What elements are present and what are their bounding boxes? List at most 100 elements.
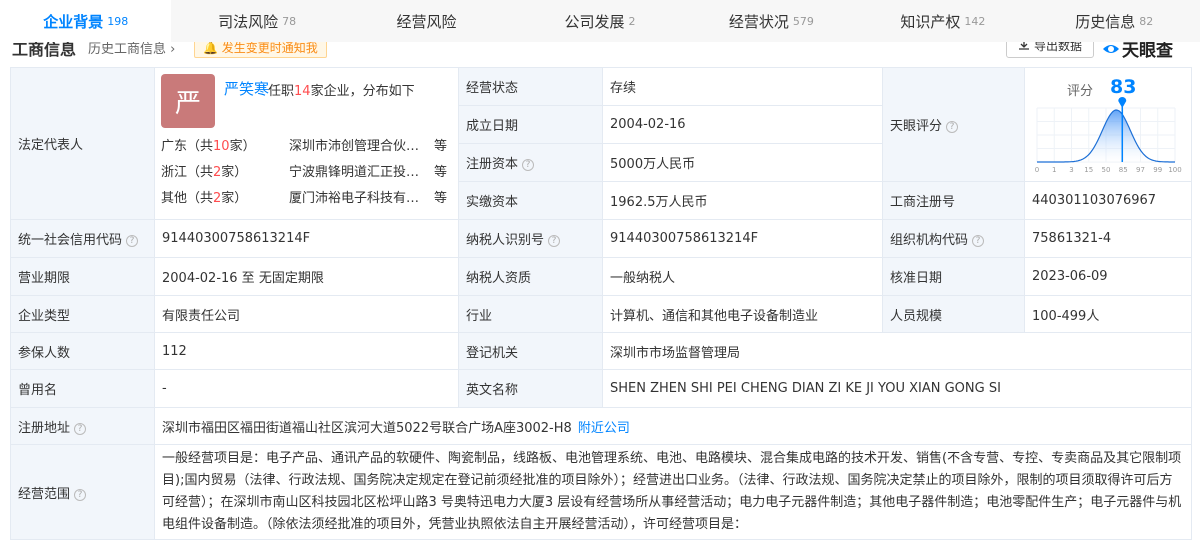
tab-history-info[interactable]: 历史信息 82 (1029, 0, 1200, 42)
company-link[interactable]: 宁波鼎锋明道汇正投资合伙企业 (289, 160, 427, 186)
tick-label: 15 (1084, 166, 1093, 174)
avatar[interactable]: 严 (161, 74, 215, 128)
insured-value: 112 (154, 332, 459, 370)
tab-count: 142 (964, 14, 986, 28)
download-icon (1018, 42, 1029, 50)
more-label[interactable]: 等 (427, 134, 447, 160)
addr-value: 深圳市福田区福田街道福山社区滨河大道5022号联合广场A座3002-H8 (162, 420, 572, 436)
taxq-label: 纳税人资质 (458, 257, 603, 296)
insured-label: 参保人数 (10, 332, 155, 370)
help-icon[interactable]: ? (74, 488, 87, 501)
jobs-summary: 任职14家企业，分布如下 (268, 80, 415, 99)
help-icon[interactable]: ? (972, 235, 985, 247)
authority-label: 登记机关 (458, 332, 603, 370)
tab-label: 企业背景 (43, 12, 104, 31)
region-prefix: 广东（共 (161, 139, 214, 154)
org-label: 组织机构代码 (890, 233, 969, 248)
bell-icon: 🔔 (203, 42, 218, 55)
status-value: 存续 (602, 67, 883, 106)
addr-label-cell: 注册地址? (10, 407, 155, 445)
score-cell: 评分 83 0 1 3 15 50 85 97 99 100 (1024, 67, 1192, 182)
taxid-value: 91440300758613214F (602, 219, 883, 258)
region-prefix: 其他（共 (161, 191, 214, 206)
notify-label: 发生变更时通知我 (221, 42, 318, 55)
tab-company-development[interactable]: 公司发展 2 (514, 0, 685, 42)
region-list: 广东（共10家） 深圳市沛创管理合伙企业（有限合伙） 等 浙江（共2家） 宁波鼎… (161, 134, 453, 212)
section-title: 工商信息 (12, 42, 77, 59)
tab-label: 经营状况 (728, 12, 789, 31)
region-count: 10 (213, 139, 230, 154)
org-label-cell: 组织机构代码? (882, 219, 1025, 258)
more-label[interactable]: 等 (427, 160, 447, 186)
term-value: 2004-02-16 至 无固定期限 (154, 257, 459, 296)
approve-label: 核准日期 (882, 257, 1025, 296)
score-label: 天眼评分 (890, 119, 943, 134)
tab-company-background[interactable]: 企业背景 198 (0, 0, 172, 42)
jobs-suffix: 家企业，分布如下 (310, 84, 415, 99)
credit-label: 统一社会信用代码 (18, 233, 123, 248)
score-distribution-chart: 0 1 3 15 50 85 97 99 100 (1035, 97, 1182, 174)
history-link[interactable]: 历史工商信息 › (88, 42, 175, 57)
addr-cell: 深圳市福田区福田街道福山社区滨河大道5022号联合广场A座3002-H8 附近公司 (154, 407, 1192, 445)
score-marker-pin (1118, 97, 1127, 108)
list-item: 浙江（共2家） 宁波鼎锋明道汇正投资合伙企业 等 (161, 160, 453, 186)
score-label-cell: 天眼评分? (882, 67, 1025, 182)
org-value: 75861321-4 (1024, 219, 1192, 258)
credit-value: 91440300758613214F (154, 219, 459, 258)
tick-label: 3 (1069, 166, 1073, 174)
tab-bar: 企业背景 198 司法风险 78 经营风险 公司发展 2 经营状况 579 知识产权 14… (0, 0, 1200, 42)
tab-label: 经营风险 (396, 12, 457, 31)
scope-label: 经营范围 (18, 486, 71, 502)
help-icon[interactable]: ? (548, 235, 561, 247)
found-value: 2004-02-16 (602, 105, 883, 144)
tab-count: 198 (107, 14, 129, 28)
type-value: 有限责任公司 (154, 295, 459, 333)
paid-value: 1962.5万人民币 (602, 181, 883, 220)
help-icon[interactable]: ? (74, 422, 87, 435)
tab-operation-risk[interactable]: 经营风险 (343, 0, 514, 42)
section-header: 工商信息 历史工商信息 › 🔔 发生变更时通知我 导出数据 天眼查 (0, 42, 1200, 64)
company-link[interactable]: 厦门沛裕电子科技有限公司 (289, 186, 427, 212)
brand-name: 天眼查 (1122, 42, 1173, 61)
nearby-companies-link[interactable]: 附近公司 (578, 421, 630, 436)
tick-label: 99 (1153, 166, 1162, 174)
en-label: 英文名称 (458, 369, 603, 408)
tick-label: 100 (1168, 166, 1181, 174)
help-icon[interactable]: ? (522, 159, 535, 171)
status-label: 经营状态 (458, 67, 603, 106)
help-icon[interactable]: ? (126, 235, 139, 247)
region-label: 浙江（共2家） (161, 160, 289, 186)
region-unit: 家） (221, 165, 248, 180)
staff-value: 100-499人 (1024, 295, 1192, 333)
approve-value: 2023-06-09 (1024, 257, 1192, 296)
tab-label: 公司发展 (564, 12, 625, 31)
staff-label: 人员规模 (882, 295, 1025, 333)
regno-label: 工商注册号 (882, 181, 1025, 220)
region-prefix: 浙江（共 (161, 165, 214, 180)
legal-rep-name[interactable]: 严笑寒 (224, 78, 269, 99)
list-item: 广东（共10家） 深圳市沛创管理合伙企业（有限合伙） 等 (161, 134, 453, 160)
tick-label: 1 (1052, 166, 1056, 174)
export-button[interactable]: 导出数据 (1006, 42, 1094, 58)
paid-label: 实缴资本 (458, 181, 603, 220)
region-label: 其他（共2家） (161, 186, 289, 212)
notify-button[interactable]: 🔔 发生变更时通知我 (194, 42, 327, 58)
tick-label: 85 (1119, 166, 1128, 174)
tab-label: 历史信息 (1075, 12, 1136, 31)
tab-count: 82 (1139, 14, 1154, 28)
scope-value: 一般经营项目是：电子产品、通讯产品的软硬件、陶瓷制品，线路板、电池管理系统、电池… (154, 444, 1192, 540)
industry-value: 计算机、通信和其他电子设备制造业 (602, 295, 883, 333)
company-link[interactable]: 深圳市沛创管理合伙企业（有限合伙） (289, 134, 427, 160)
more-label[interactable]: 等 (427, 186, 447, 212)
jobs-count: 14 (294, 84, 311, 99)
tab-operation-status[interactable]: 经营状况 579 (686, 0, 857, 42)
credit-label-cell: 统一社会信用代码? (10, 219, 155, 258)
tab-judicial-risk[interactable]: 司法风险 78 (171, 0, 342, 42)
regno-value: 440301103076967 (1024, 181, 1192, 220)
help-icon[interactable]: ? (946, 121, 959, 133)
authority-value: 深圳市市场监督管理局 (602, 332, 1192, 370)
tab-intellectual-property[interactable]: 知识产权 142 (857, 0, 1028, 42)
tick-label: 0 (1035, 166, 1039, 174)
term-label: 营业期限 (10, 257, 155, 296)
tab-count: 579 (792, 14, 814, 28)
